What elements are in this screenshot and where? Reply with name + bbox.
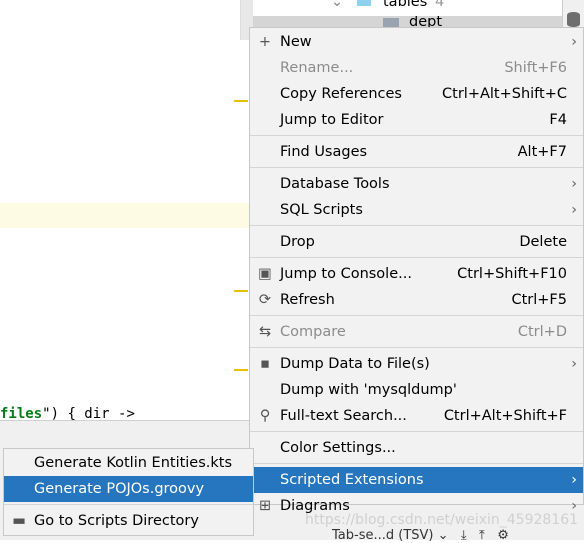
shortcut-label: Ctrl+D	[517, 324, 567, 340]
console-icon: ▣	[258, 266, 272, 282]
change-marker	[234, 369, 248, 371]
menu-item-label: Generate POJOs.groovy	[34, 481, 205, 497]
change-marker	[234, 100, 248, 102]
menu-item-label: Jump to Editor	[280, 112, 384, 128]
menu-item-go-to-scripts-directory[interactable]: ▬ Go to Scripts Directory	[4, 508, 253, 534]
menu-item-label: Scripted Extensions	[280, 472, 424, 488]
menu-item-refresh[interactable]: ⟳ Refresh Ctrl+F5	[250, 287, 583, 313]
menu-item-label: Jump to Console...	[280, 266, 412, 282]
menu-item-sql-scripts[interactable]: SQL Scripts ›	[250, 197, 583, 223]
search-icon: ⚲	[259, 408, 271, 424]
menu-item-find-usages[interactable]: Find Usages Alt+F7	[250, 139, 583, 165]
context-menu: + New › Rename... Shift+F6 Copy References Ctr…	[249, 27, 584, 514]
menu-item-label: Copy References	[280, 86, 402, 102]
menu-item-scripted-extensions[interactable]: Scripted Extensions ›	[250, 467, 583, 493]
menu-item-dump-data-to-file-s[interactable]: ▪ Dump Data to File(s) ›	[250, 351, 583, 377]
menu-item-full-text-search[interactable]: ⚲ Full-text Search... Ctrl+Alt+Shift+F	[250, 403, 583, 429]
save-icon: ▪	[260, 356, 270, 372]
menu-item-label: Color Settings...	[280, 440, 396, 456]
menu-item-label: Refresh	[280, 292, 335, 308]
shortcut-label: Delete	[519, 234, 567, 250]
menu-item-new[interactable]: + New ›	[250, 29, 583, 55]
chevron-down-icon: ⌄	[331, 0, 344, 10]
menu-item-label: SQL Scripts	[280, 202, 363, 218]
shortcut-label: Alt+F7	[517, 144, 567, 160]
chevron-right-icon: ›	[571, 176, 577, 192]
shortcut-label: Ctrl+Shift+F10	[457, 266, 567, 282]
chevron-right-icon: ›	[571, 202, 577, 218]
current-line-highlight	[0, 203, 250, 228]
change-marker	[234, 290, 248, 292]
shortcut-label: Ctrl+F5	[511, 292, 567, 308]
menu-item-rename[interactable]: Rename... Shift+F6	[250, 55, 583, 81]
menu-item-label: Find Usages	[280, 144, 368, 160]
shortcut-label: Shift+F6	[504, 60, 567, 76]
watermark: https://blog.csdn.net/weixin_45928161	[305, 512, 579, 528]
tree-node-tables[interactable]: ⌄ tables 4	[253, 0, 563, 14]
menu-item-database-tools[interactable]: Database Tools ›	[250, 171, 583, 197]
shortcut-label: F4	[549, 112, 567, 128]
chevron-right-icon: ›	[571, 34, 577, 50]
menu-item-color-settings[interactable]: Color Settings...	[250, 435, 583, 461]
menu-item-jump-to-console[interactable]: ▣ Jump to Console... Ctrl+Shift+F10	[250, 261, 583, 287]
database-icon[interactable]	[567, 12, 580, 27]
folder-icon: ▬	[12, 513, 26, 529]
menu-item-label: Full-text Search...	[280, 408, 407, 424]
shortcut-label: Ctrl+Alt+Shift+C	[442, 86, 567, 102]
menu-item-label: Generate Kotlin Entities.kts	[34, 455, 233, 471]
menu-item-label: Compare	[280, 324, 346, 340]
menu-item-compare[interactable]: ⇆ Compare Ctrl+D	[250, 319, 583, 345]
diagram-icon: ⊞	[258, 498, 272, 514]
compare-icon: ⇆	[258, 324, 272, 340]
refresh-icon: ⟳	[258, 292, 272, 308]
menu-item-label: Dump Data to File(s)	[280, 356, 430, 372]
menu-item-copy-references[interactable]: Copy References Ctrl+Alt+Shift+C	[250, 81, 583, 107]
plus-icon: +	[258, 34, 272, 50]
menu-item-dump-with-mysqldump[interactable]: Dump with 'mysqldump'	[250, 377, 583, 403]
menu-item-jump-to-editor[interactable]: Jump to Editor F4	[250, 107, 583, 133]
chevron-right-icon: ›	[571, 472, 577, 488]
menu-item-label: Go to Scripts Directory	[34, 513, 199, 529]
menu-item-label: Dump with 'mysqldump'	[280, 382, 457, 398]
separator-selector[interactable]: Tab-se...d (TSV) ⌄ ⤓ ⤒ ⚙	[332, 528, 509, 543]
menu-item-label: New	[280, 34, 312, 50]
scripted-extensions-submenu: Generate Kotlin Entities.kts Generate POJ…	[3, 448, 254, 536]
menu-item-drop[interactable]: Drop Delete	[250, 229, 583, 255]
chevron-right-icon: ›	[571, 356, 577, 372]
menu-item-generate-kotlin-entities-kts[interactable]: Generate Kotlin Entities.kts	[4, 450, 253, 476]
shortcut-label: Ctrl+Alt+Shift+F	[443, 408, 567, 424]
menu-item-label: Drop	[280, 234, 315, 250]
menu-item-label: Rename...	[280, 60, 354, 76]
menu-item-label: Database Tools	[280, 176, 390, 192]
menu-item-generate-pojos-groovy[interactable]: Generate POJOs.groovy	[4, 476, 253, 502]
folder-icon	[357, 0, 371, 6]
